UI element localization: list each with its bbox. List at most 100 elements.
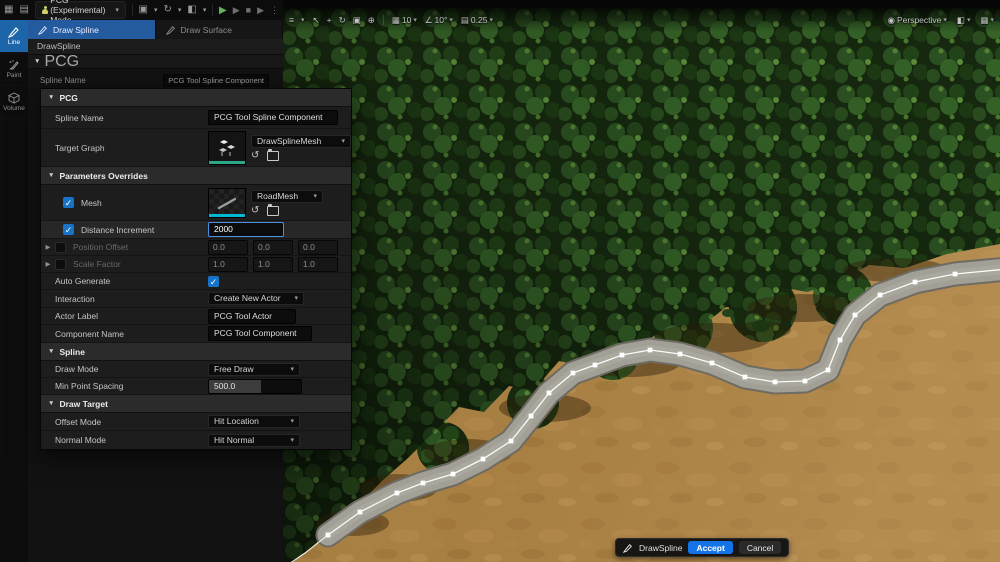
use-selected-asset-icon[interactable]: ↺ (251, 151, 259, 161)
browse-to-asset-icon[interactable] (267, 151, 279, 161)
scale-factor-z[interactable]: 1.0 (298, 257, 338, 272)
tab-draw-surface[interactable]: Draw Surface (156, 20, 284, 39)
sidebar-item-line[interactable]: Line (0, 20, 28, 53)
editor-mode-dropdown[interactable]: PCG (Experimental) Mode ▾ (35, 1, 126, 19)
row-min-point-spacing: Min Point Spacing 500.0 (41, 378, 351, 395)
mesh-preview-icon (215, 193, 239, 213)
target-graph-combo[interactable]: DrawSplineMesh ▾ (251, 135, 351, 148)
category-label: Parameters Overrides (59, 171, 147, 181)
chevron-down-icon: ▾ (967, 16, 971, 24)
chevron-down-icon: ▾ (115, 6, 119, 14)
world-local-toggle-icon[interactable]: ⊕ (368, 15, 375, 26)
play-button[interactable]: ▶ (219, 5, 227, 16)
tab-label: Draw Surface (181, 25, 233, 35)
viewport-options-icon[interactable]: ≡ (289, 15, 294, 25)
cinematics-icon[interactable]: ◧ (187, 0, 196, 20)
category-label: PCG (44, 53, 79, 71)
frame-skip-button[interactable]: ▶ (233, 5, 240, 16)
details-category-pcg[interactable]: ▼ PCG (28, 55, 283, 69)
chevron-down-icon: ▾ (178, 6, 182, 14)
pcg-graph-thumbnail[interactable] (208, 131, 246, 165)
category-pcg[interactable]: ▼ PCG (41, 89, 351, 107)
expand-arrow-icon[interactable]: ▶ (41, 260, 55, 268)
category-parameters-overrides[interactable]: ▼ Parameters Overrides (41, 167, 351, 185)
move-tool-icon[interactable]: + (327, 15, 332, 25)
collapse-arrow-icon: ▼ (48, 172, 54, 179)
interaction-combo[interactable]: Create New Actor ▾ (208, 292, 304, 305)
category-draw-target[interactable]: ▼ Draw Target (41, 395, 351, 413)
offset-mode-combo[interactable]: Hit Location ▾ (208, 415, 300, 428)
combo-value: Create New Actor (214, 292, 281, 305)
mesh-override-checkbox[interactable]: ✓ (63, 197, 74, 208)
distance-increment-input[interactable]: 2000 (208, 222, 284, 237)
blueprints-icon[interactable]: ↻ (164, 0, 172, 20)
distance-increment-checkbox[interactable]: ✓ (63, 224, 74, 235)
tab-draw-spline[interactable]: Draw Spline (28, 20, 156, 39)
add-actor-icon[interactable]: ▣ (139, 0, 148, 20)
normal-mode-combo[interactable]: Hit Normal ▾ (208, 434, 300, 447)
scale-factor-y[interactable]: 1.0 (253, 257, 293, 272)
viewport-top-strip (283, 0, 1000, 8)
spline-name-input[interactable]: PCG Tool Spline Component (208, 110, 338, 125)
sidebar-item-paint[interactable]: Paint (0, 53, 28, 86)
position-offset-y[interactable]: 0.0 (253, 240, 293, 255)
combo-value: Hit Normal (214, 434, 254, 447)
draw-mode-combo[interactable]: Free Draw ▾ (208, 363, 300, 376)
browse-to-asset-icon[interactable] (267, 206, 279, 216)
rotate-tool-icon[interactable]: ↻ (339, 15, 346, 26)
select-tool-icon[interactable]: ↖ (312, 15, 319, 26)
chevron-down-icon: ▾ (290, 434, 294, 447)
pcg-details-float-panel: ▼ PCG Spline Name PCG Tool Spline Compon… (40, 88, 352, 450)
position-offset-checkbox[interactable] (55, 242, 66, 253)
row-position-offset: ▶ Position Offset 0.0 0.0 0.0 (41, 239, 351, 256)
rotation-snap-value: 10° (435, 15, 448, 25)
scale-snap-control[interactable]: ▤ 0.25 ▾ (461, 15, 493, 26)
launch-platforms-button[interactable]: ▶ (257, 5, 264, 16)
stop-button[interactable]: ■ (246, 5, 251, 15)
scale-snap-icon: ▤ (461, 15, 469, 26)
level-viewport[interactable]: ≡ ▾ ↖ + ↻ ▣ ⊕ ▦ 10 ▾ ∠ 10° ▾ ▤ (283, 8, 1000, 562)
actor-label-input[interactable]: PCG Tool Actor (208, 309, 296, 324)
scale-factor-x[interactable]: 1.0 (208, 257, 248, 272)
spline-pen-icon (8, 26, 20, 38)
min-point-spacing-slider[interactable]: 500.0 (208, 379, 302, 394)
category-spline[interactable]: ▼ Spline (41, 343, 351, 361)
use-selected-asset-icon[interactable]: ↺ (251, 206, 259, 216)
asset-color-bar (209, 214, 245, 217)
cancel-button[interactable]: Cancel (739, 541, 781, 554)
accept-button[interactable]: Accept (688, 541, 732, 554)
position-offset-x[interactable]: 0.0 (208, 240, 248, 255)
content-drawer-icon[interactable]: ▤ (19, 0, 28, 20)
toolbar-kebab-menu[interactable]: ⋮ (270, 5, 279, 16)
rotation-snap-control[interactable]: ∠ 10° ▾ (425, 15, 453, 26)
chevron-down-icon: ▾ (294, 292, 298, 305)
auto-generate-checkbox[interactable]: ✓ (208, 276, 219, 287)
position-offset-z[interactable]: 0.0 (298, 240, 338, 255)
show-flags-dropdown[interactable]: ▦ ▾ (980, 15, 994, 26)
save-all-icon[interactable]: ▦ (4, 0, 13, 20)
combo-value: Free Draw (214, 363, 254, 376)
property-label: Spline Name (40, 76, 86, 85)
perspective-dropdown[interactable]: ◉ Perspective ▾ (888, 15, 947, 26)
volume-cube-icon (8, 92, 20, 104)
component-name-input[interactable]: PCG Tool Component (208, 326, 312, 341)
grid-snap-control[interactable]: ▦ 10 ▾ (392, 15, 417, 26)
view-mode-dropdown[interactable]: ◧ ▾ (957, 15, 971, 26)
spline-name-value-bg[interactable]: PCG Tool Spline Component (163, 74, 269, 87)
chevron-down-icon: ▾ (290, 415, 294, 428)
unreal-editor-window: ▦ ▤ PCG (Experimental) Mode ▾ ▣ ▾ ↻ ▾ ◧ ▾ ▶… (0, 0, 1000, 562)
mesh-thumbnail[interactable] (208, 188, 246, 218)
sidebar-item-volume[interactable]: Volume (0, 86, 28, 119)
mesh-combo[interactable]: RoadMesh ▾ (251, 190, 323, 203)
collapse-arrow-icon: ▼ (48, 94, 54, 101)
property-label: Draw Mode (41, 364, 98, 374)
scale-factor-checkbox[interactable] (55, 259, 66, 270)
expand-arrow-icon[interactable]: ▶ (41, 243, 55, 251)
property-label: Spline Name (41, 113, 104, 123)
chevron-down-icon: ▾ (301, 16, 305, 24)
scale-tool-icon[interactable]: ▣ (353, 15, 361, 26)
chevron-down-icon: ▾ (313, 190, 317, 203)
toolbar-divider (212, 4, 213, 16)
pcg-tool-sidebar: Line Paint Volume (0, 20, 28, 562)
chevron-down-icon: ▾ (341, 135, 345, 148)
